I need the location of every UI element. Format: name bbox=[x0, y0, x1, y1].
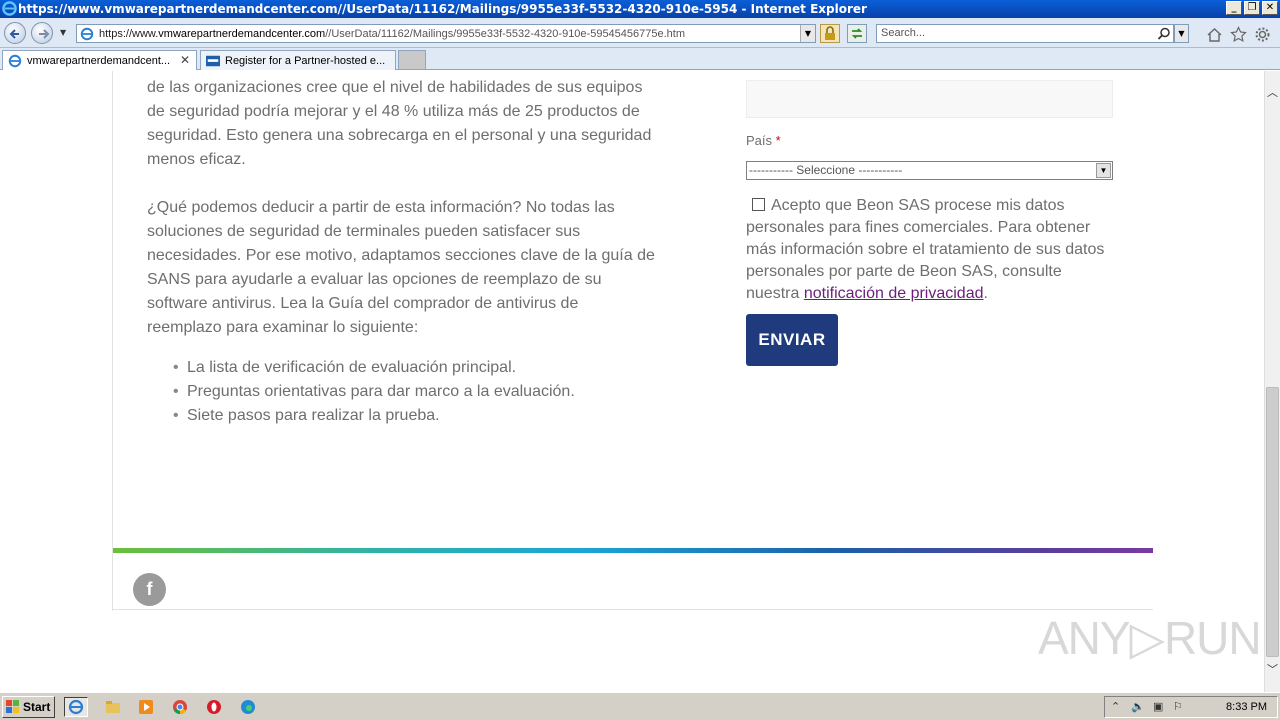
internet-explorer-icon bbox=[68, 699, 84, 715]
guide-paragraph: ¿Qué podemos deducir a partir de esta in… bbox=[147, 199, 655, 336]
list-item: La lista de verificación de evaluación p… bbox=[173, 356, 575, 380]
tab-vmware-mailing[interactable]: vmwarepartnerdemandcent... ✕ bbox=[2, 50, 197, 70]
list-item: Preguntas orientativas para dar marco a … bbox=[173, 380, 575, 404]
tab-ie-icon bbox=[8, 54, 22, 68]
page-viewport: de las organizaciones cree que el nivel … bbox=[0, 71, 1264, 692]
back-button[interactable] bbox=[4, 22, 26, 44]
window-title-bar: https://www.vmwarepartnerdemandcenter.co… bbox=[0, 0, 1280, 18]
taskbar-opera[interactable] bbox=[202, 697, 226, 717]
url-path: //UserData/11162/Mailings/9955e33f-5532-… bbox=[325, 27, 686, 40]
system-tray: ⌃ 🔈 ▣ ⚐ 8:33 PM bbox=[1104, 696, 1278, 718]
home-icon[interactable] bbox=[1206, 26, 1223, 43]
facebook-icon[interactable]: f bbox=[133, 573, 166, 606]
taskbar-media-player[interactable] bbox=[134, 697, 158, 717]
consent-block: Acepto que Beon SAS procese mis datos pe… bbox=[746, 195, 1116, 305]
forward-arrow-icon bbox=[39, 29, 50, 39]
show-hidden-icons-icon[interactable]: ⌃ bbox=[1111, 700, 1120, 713]
tab-label: Register for a Partner-hosted e... bbox=[225, 54, 386, 67]
close-tab-icon[interactable]: ✕ bbox=[180, 53, 190, 67]
search-input[interactable]: Search... bbox=[876, 24, 1174, 43]
country-select-value: ----------- Seleccione ----------- bbox=[749, 163, 903, 177]
chevron-down-icon[interactable]: ▼ bbox=[1096, 163, 1111, 178]
start-label: Start bbox=[23, 700, 51, 714]
favorites-star-icon[interactable] bbox=[1230, 26, 1247, 43]
consent-period: . bbox=[983, 285, 988, 302]
volume-icon[interactable]: 🔈 bbox=[1131, 700, 1145, 713]
window-title: https://www.vmwarepartnerdemandcenter.co… bbox=[18, 2, 867, 16]
submit-button[interactable]: ENVIAR bbox=[746, 314, 838, 366]
form-text-field[interactable] bbox=[746, 80, 1113, 118]
gear-icon[interactable] bbox=[1254, 26, 1271, 43]
edge-icon bbox=[241, 700, 255, 714]
footer-gradient-divider bbox=[113, 548, 1153, 553]
back-arrow-icon bbox=[9, 29, 19, 39]
folder-icon bbox=[106, 701, 120, 713]
new-tab-button[interactable] bbox=[398, 50, 426, 70]
url-prefix: https://www. bbox=[99, 27, 159, 40]
restore-button[interactable]: ❐ bbox=[1244, 1, 1260, 15]
forward-button[interactable] bbox=[31, 22, 53, 44]
media-player-icon bbox=[139, 700, 153, 714]
footer-bottom-border bbox=[112, 609, 1153, 610]
opera-icon bbox=[207, 700, 221, 714]
search-icon[interactable] bbox=[1157, 27, 1171, 41]
required-mark: * bbox=[775, 133, 781, 148]
list-item: Siete pasos para realizar la prueba. bbox=[173, 404, 575, 428]
scroll-thumb[interactable] bbox=[1266, 387, 1279, 657]
scroll-up-icon[interactable]: ︿ bbox=[1265, 84, 1280, 101]
url-host: vmwarepartnerdemandcenter.com bbox=[158, 27, 326, 40]
page-ie-icon bbox=[80, 27, 94, 41]
vmware-favicon-icon bbox=[206, 55, 220, 67]
windows-logo-icon bbox=[6, 700, 19, 713]
windows-taskbar: Start ⌃ 🔈 ▣ ⚐ 8:33 PM bbox=[0, 692, 1280, 720]
security-lock-button[interactable] bbox=[820, 24, 840, 43]
clock[interactable]: 8:33 PM bbox=[1226, 701, 1267, 713]
chrome-icon bbox=[173, 700, 187, 715]
refresh-icon bbox=[851, 28, 863, 39]
compatibility-refresh-button[interactable] bbox=[847, 24, 867, 43]
start-button[interactable]: Start bbox=[2, 696, 55, 718]
country-label-text: País bbox=[746, 133, 773, 148]
window-controls: _ ❐ ✕ bbox=[1226, 1, 1278, 15]
guide-contents-list: La lista de verificación de evaluación p… bbox=[173, 356, 575, 428]
taskbar-edge[interactable] bbox=[236, 697, 260, 717]
country-select[interactable]: ----------- Seleccione ----------- ▼ bbox=[746, 161, 1113, 180]
taskbar-internet-explorer[interactable] bbox=[64, 697, 88, 717]
address-dropdown-icon[interactable]: ▼ bbox=[800, 25, 815, 42]
country-label: País * bbox=[746, 133, 781, 148]
lock-icon bbox=[825, 26, 835, 40]
action-center-flag-icon[interactable]: ⚐ bbox=[1173, 700, 1183, 713]
intro-paragraph: de las organizaciones cree que el nivel … bbox=[147, 79, 652, 168]
network-icon[interactable]: ▣ bbox=[1153, 700, 1163, 713]
tab-label: vmwarepartnerdemandcent... bbox=[27, 54, 171, 67]
consent-checkbox[interactable] bbox=[752, 198, 765, 211]
privacy-notice-link[interactable]: notificación de privacidad bbox=[804, 285, 984, 302]
vertical-scrollbar[interactable]: ︿ ﹀ bbox=[1264, 71, 1280, 692]
taskbar-file-explorer[interactable] bbox=[101, 697, 125, 717]
taskbar-chrome[interactable] bbox=[168, 697, 192, 717]
internet-explorer-icon bbox=[2, 1, 17, 16]
tab-register-partner[interactable]: Register for a Partner-hosted e... bbox=[200, 50, 396, 70]
address-bar[interactable]: https://www. vmwarepartnerdemandcenter.co… bbox=[76, 24, 816, 43]
close-window-button[interactable]: ✕ bbox=[1262, 1, 1278, 15]
search-options-dropdown-icon[interactable]: ▼ bbox=[1174, 24, 1189, 43]
anyrun-watermark: ANY▷RUN bbox=[1038, 612, 1262, 664]
minimize-button[interactable]: _ bbox=[1226, 1, 1242, 15]
recent-pages-dropdown-icon[interactable]: ▼ bbox=[60, 28, 66, 37]
scroll-down-icon[interactable]: ﹀ bbox=[1265, 661, 1280, 678]
